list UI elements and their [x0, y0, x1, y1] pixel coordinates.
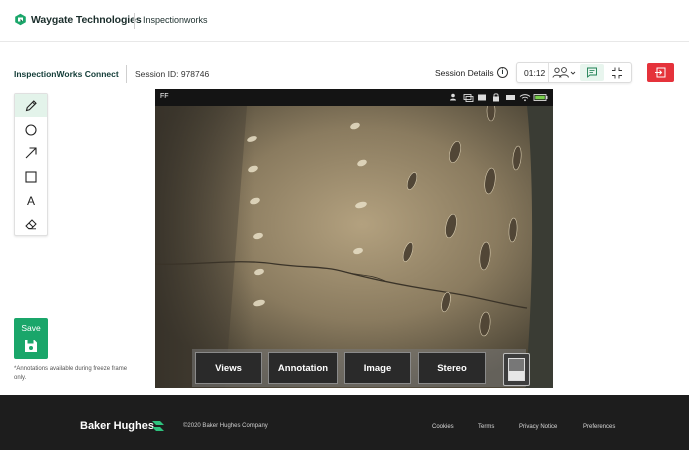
app-name: Inspectionworks: [143, 15, 208, 25]
collapse-icon[interactable]: [609, 66, 625, 80]
controls-divider: [548, 63, 549, 82]
video-menu-bar: Views Annotation Image Stereo: [192, 349, 526, 387]
storage-icon: [506, 95, 515, 100]
views-button[interactable]: Views: [195, 352, 262, 384]
session-details-label[interactable]: Session Details: [435, 68, 494, 78]
waygate-logo-icon: [15, 13, 26, 26]
copyright: ©2020 Baker Hughes Company: [183, 423, 268, 429]
freeze-frame-icon: [508, 358, 525, 381]
screens-icon: [463, 94, 474, 102]
eraser-tool[interactable]: [15, 212, 47, 235]
terms-link[interactable]: Terms: [478, 424, 494, 430]
circle-icon: [25, 123, 37, 136]
annotation-button[interactable]: Annotation: [268, 352, 338, 384]
waygate-logo[interactable]: Waygate Technologies: [14, 13, 142, 26]
session-title: InspectionWorks Connect: [14, 69, 119, 79]
participants-icon[interactable]: [552, 67, 576, 79]
video-status-bar: FF: [155, 89, 553, 106]
header-divider: [134, 13, 135, 29]
chat-icon: [587, 67, 597, 78]
card-icon: [478, 94, 486, 101]
footer: Baker Hughes ©2020 Baker Hughes Company …: [0, 395, 689, 450]
stereo-button[interactable]: Stereo: [418, 352, 486, 384]
save-label: Save: [21, 323, 41, 333]
session-timer: 01:12: [524, 68, 546, 78]
privacy-notice-link[interactable]: Privacy Notice: [519, 424, 557, 430]
save-icon: [25, 340, 37, 352]
device-status-icons: [450, 93, 548, 102]
lock-icon: [493, 93, 499, 102]
brand-name: Waygate Technologies: [31, 13, 142, 26]
battery-icon: [533, 94, 548, 101]
users-icon: [450, 93, 456, 101]
inspection-image: [155, 106, 553, 388]
circle-tool[interactable]: [15, 118, 47, 141]
text-icon: A: [26, 193, 35, 208]
cookies-link[interactable]: Cookies: [432, 424, 454, 430]
image-button[interactable]: Image: [344, 352, 411, 384]
rectangle-tool[interactable]: [15, 165, 47, 188]
arrow-tool[interactable]: [15, 141, 47, 164]
inspection-session-page: Waygate Technologies Inspectionworks Ins…: [0, 0, 689, 450]
wifi-icon: [519, 94, 531, 102]
live-video-feed[interactable]: FF Views Annotation Image Stereo: [155, 89, 553, 388]
text-tool[interactable]: A: [15, 189, 47, 212]
info-icon[interactable]: i: [497, 67, 508, 78]
preferences-link[interactable]: Preferences: [583, 424, 615, 430]
pencil-tool[interactable]: [15, 94, 47, 117]
freeze-frame-button[interactable]: [503, 353, 530, 386]
exit-icon: [655, 67, 666, 78]
session-divider: [126, 65, 127, 83]
save-button[interactable]: Save: [14, 318, 48, 359]
freeze-frame-indicator: FF: [160, 93, 169, 100]
chat-button[interactable]: [580, 64, 604, 81]
arrow-icon: [25, 146, 37, 158]
annotation-toolbox: A: [14, 93, 48, 236]
baker-hughes-mark-icon: [152, 421, 164, 431]
session-controls: 01:12: [516, 62, 632, 83]
annotation-note: *Annotations available during freeze fra…: [14, 366, 128, 381]
exit-session-button[interactable]: [647, 63, 674, 82]
eraser-icon: [25, 218, 37, 229]
session-bar: InspectionWorks Connect Session ID: 9787…: [0, 60, 689, 86]
baker-hughes-logo[interactable]: Baker Hughes: [80, 420, 154, 432]
session-id: Session ID: 978746: [135, 69, 210, 79]
pencil-icon: [25, 99, 37, 111]
top-header: Waygate Technologies Inspectionworks: [0, 0, 689, 42]
rectangle-icon: [25, 170, 37, 183]
